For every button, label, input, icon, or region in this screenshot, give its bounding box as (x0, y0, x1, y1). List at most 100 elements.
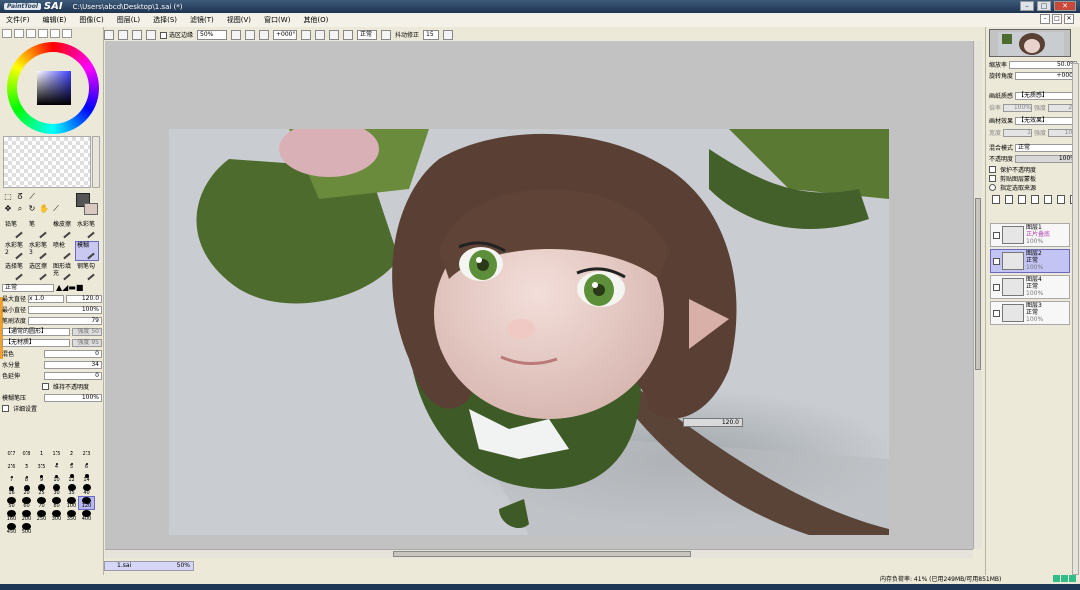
merge-down-icon[interactable] (1044, 195, 1052, 204)
clear-layer-icon[interactable] (1057, 195, 1065, 204)
rgb-slider-tab[interactable] (14, 29, 24, 38)
document-tab[interactable]: 1.sai 50% (104, 561, 194, 571)
clipping-checkbox[interactable] (989, 175, 996, 182)
layer-opacity-slider[interactable]: 100% (1015, 154, 1077, 163)
nav-zoom-value[interactable]: 50.0% (1009, 60, 1077, 69)
brush-size-cell[interactable]: 5 (64, 458, 79, 470)
brush-size-cell[interactable]: 450 (4, 523, 19, 535)
canvas-area[interactable]: 120.0 (105, 41, 973, 549)
eyedropper-icon[interactable]: ⟋ (51, 204, 61, 214)
density-slider[interactable]: 79 (28, 316, 102, 325)
rotate-reset-button[interactable] (329, 29, 340, 40)
brush-size-cell[interactable]: 3.5 (34, 458, 49, 470)
paper-effect-select[interactable]: 【无效果】 (1015, 116, 1077, 125)
brush-size-cell[interactable]: 500 (19, 523, 34, 535)
stabilizer-select[interactable]: 15 (423, 29, 440, 40)
brush-size-cell[interactable]: 40 (79, 484, 94, 496)
menu-other[interactable]: 其他(O) (303, 15, 328, 25)
layer-blend-select[interactable]: 正常 (1015, 143, 1077, 152)
max-size-multiplier[interactable]: x 1.0 (28, 294, 65, 303)
layer-item[interactable]: 图层4 正常 100% (990, 275, 1070, 299)
brush-size-cell[interactable]: 0.7 (4, 445, 19, 457)
brush-size-cell[interactable]: 1.5 (49, 445, 64, 457)
brush-watercolor-3[interactable]: 水彩笔3 (27, 241, 51, 261)
detail-checkbox[interactable] (2, 405, 9, 412)
layer-item[interactable]: 图层1 正片叠底 100% (990, 223, 1070, 247)
brush-size-cell[interactable]: 400 (79, 510, 94, 522)
brush-size-cell[interactable]: 120 (78, 496, 95, 510)
brush-size-cell[interactable]: 20 (19, 484, 34, 496)
rotate-icon[interactable]: ↻ (27, 204, 37, 214)
rotate-right-button[interactable] (315, 29, 326, 40)
swatches-tab[interactable] (50, 29, 60, 38)
new-layer-icon[interactable] (992, 195, 1000, 204)
color-swatches[interactable] (3, 136, 91, 188)
menu-select[interactable]: 选择(S) (153, 15, 177, 25)
hand-icon[interactable]: ✋ (39, 204, 49, 214)
brush-eraser[interactable]: 橡皮擦 (51, 220, 75, 240)
menu-filter[interactable]: 滤镜(T) (190, 15, 214, 25)
transfer-down-icon[interactable] (1031, 195, 1039, 204)
brush-size-cell[interactable]: 9 (34, 471, 49, 483)
new-folder-icon[interactable] (1018, 195, 1026, 204)
selection-source-checkbox[interactable] (989, 184, 996, 191)
layer-visibility-icon[interactable] (993, 257, 1000, 265)
blend-mode-select[interactable]: 正常 (357, 29, 378, 40)
brush-size-cell[interactable]: 6 (79, 458, 94, 470)
hue-wheel[interactable] (7, 42, 99, 134)
brush-select-eraser[interactable]: 选区擦 (27, 262, 51, 282)
flip-button[interactable] (343, 29, 354, 40)
brush-blur[interactable]: 模糊 (75, 241, 99, 261)
deselect-button[interactable] (132, 29, 142, 40)
move-icon[interactable]: ✥ (3, 204, 13, 214)
brush-size-cell[interactable]: 2.6 (4, 458, 19, 470)
min-size-slider[interactable]: 100% (28, 305, 102, 314)
rect-select-icon[interactable]: ⬚ (3, 192, 13, 202)
zoom-reset-button[interactable] (259, 29, 270, 40)
canvas-horizontal-scrollbar[interactable] (105, 549, 973, 558)
brush-pen-hook[interactable]: 钢笔勾 (75, 262, 99, 282)
brush-size-cell[interactable]: 3 (19, 458, 34, 470)
brush-size-cell[interactable]: 10 (49, 471, 64, 483)
maximize-button[interactable]: □ (1037, 1, 1051, 11)
zoom-out-button[interactable] (231, 29, 242, 40)
doc-restore-button[interactable]: □ (1052, 14, 1062, 24)
brush-size-cell[interactable]: 0.8 (19, 445, 34, 457)
layer-visibility-icon[interactable] (993, 309, 1000, 317)
doc-close-button[interactable]: ✕ (1064, 14, 1074, 24)
doc-minimize-button[interactable]: – (1040, 14, 1050, 24)
vertical-scroll-thumb[interactable] (975, 198, 981, 370)
brush-size-cell[interactable]: 70 (34, 497, 49, 509)
mixer-tab[interactable] (38, 29, 48, 38)
rotation-input[interactable]: +000° (273, 29, 298, 40)
blend-slider[interactable]: 0 (44, 349, 102, 358)
brush-shape-select[interactable]: 【通常的圆形】 (2, 327, 70, 336)
water-slider[interactable]: 34 (44, 360, 102, 369)
selection-edge-toggle[interactable]: 选区边缘 (160, 30, 193, 39)
brush-texture-select[interactable]: 【无材质】 (2, 338, 70, 347)
brush-size-cell[interactable]: 2 (64, 445, 79, 457)
brush-shape-fill[interactable]: 图形填充 (51, 262, 75, 282)
brush-size-cell[interactable]: 100 (64, 497, 79, 509)
nav-rotate-value[interactable]: +000° (1015, 71, 1077, 80)
zoom-in-button[interactable] (245, 29, 256, 40)
blur-pressure-slider[interactable]: 100% (44, 393, 102, 402)
brush-size-cell[interactable]: 2.3 (79, 445, 94, 457)
brush-size-cell[interactable]: 60 (19, 497, 34, 509)
scratchpad-tab[interactable] (62, 29, 72, 38)
brush-size-cell[interactable]: 25 (34, 484, 49, 496)
menu-edit[interactable]: 编辑(E) (43, 15, 67, 25)
invert-selection-button[interactable] (146, 29, 156, 40)
layer-item[interactable]: 图层2 正常 100% (990, 249, 1070, 273)
magic-wand-icon[interactable]: ⟋ (27, 192, 37, 202)
layer-item[interactable]: 图层3 正常 100% (990, 301, 1070, 325)
brush-size-cell[interactable]: 250 (34, 510, 49, 522)
max-size-value[interactable]: 120.0 (66, 294, 103, 303)
brush-size-cell[interactable]: 14 (79, 471, 94, 483)
hsv-slider-tab[interactable] (26, 29, 36, 38)
brush-size-cell[interactable]: 8 (19, 471, 34, 483)
menu-file[interactable]: 文件(F) (6, 15, 30, 25)
undo-button[interactable] (104, 29, 114, 40)
keep-opacity-checkbox[interactable] (42, 383, 49, 390)
brush-watercolor[interactable]: 水彩笔 (75, 220, 99, 240)
